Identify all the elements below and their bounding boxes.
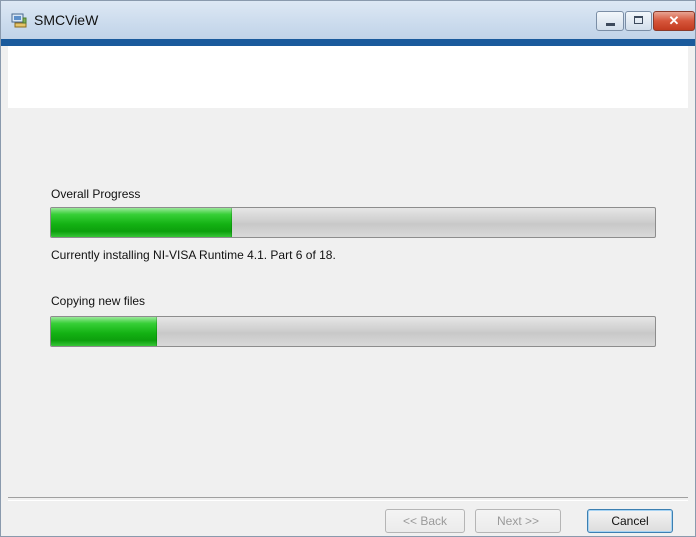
minimize-icon [606,23,615,26]
next-button[interactable]: Next >> [475,509,561,533]
overall-progress-label: Overall Progress [51,187,141,201]
overall-progress-fill [51,208,233,237]
current-task-label: Copying new files [51,294,146,308]
maximize-button[interactable] [625,11,652,31]
maximize-icon [634,16,643,24]
overall-progress-bar [50,207,656,238]
title-accent-strip [1,39,695,46]
title-bar[interactable]: SMCVieW ✕ [1,1,695,39]
file-copy-progress-bar [50,316,656,347]
install-status-text: Currently installing NI-VISA Runtime 4.1… [51,248,336,262]
footer-separator [8,497,688,501]
minimize-button[interactable] [596,11,624,31]
installer-window: SMCVieW ✕ Overall Progress Currently ins… [0,0,696,537]
header-banner [8,46,688,108]
window-title: SMCVieW [34,12,99,28]
installer-icon [11,13,27,28]
cancel-button[interactable]: Cancel [587,509,673,533]
back-button[interactable]: << Back [385,509,465,533]
close-button[interactable]: ✕ [653,11,695,31]
file-copy-progress-fill [51,317,157,346]
close-icon: ✕ [668,13,680,28]
